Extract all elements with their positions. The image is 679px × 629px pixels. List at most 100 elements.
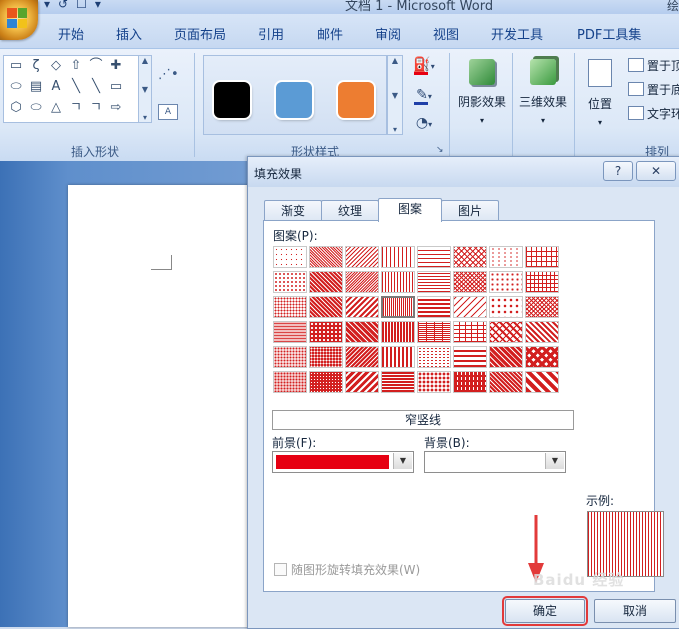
pattern-swatch[interactable] xyxy=(381,296,415,318)
pattern-swatch[interactable] xyxy=(309,246,343,268)
send-to-back-button[interactable]: 置于底 xyxy=(628,81,679,98)
pattern-swatch[interactable] xyxy=(525,321,559,343)
pattern-swatch[interactable] xyxy=(345,246,379,268)
scroll-up-icon[interactable]: ▲ xyxy=(392,56,398,65)
up-arrow-shape-icon[interactable]: ⇧ xyxy=(68,59,84,73)
pattern-swatch[interactable] xyxy=(525,246,559,268)
pattern-swatch[interactable] xyxy=(525,296,559,318)
pattern-swatch[interactable] xyxy=(489,246,523,268)
background-color-select[interactable]: ▼ xyxy=(424,451,566,473)
pattern-swatch[interactable] xyxy=(489,296,523,318)
pattern-swatch[interactable] xyxy=(525,346,559,368)
cancel-button[interactable]: 取消 xyxy=(594,599,676,623)
draw-textbox-icon[interactable]: A xyxy=(158,104,178,120)
shape-gallery[interactable]: ▭ ζ ◇ ⇧ ⌒ ✚ ⬭ ▤ A ╲ ╲ ▭ ⬡ ⬭ △ ㄱ ㄱ ⇨ xyxy=(3,55,140,123)
style-swatch-orange[interactable] xyxy=(338,82,374,118)
qat-dropdown-icon[interactable]: ▾ xyxy=(44,0,50,11)
pattern-swatch[interactable] xyxy=(381,346,415,368)
pattern-swatch[interactable] xyxy=(453,321,487,343)
tab-review[interactable]: 审阅 xyxy=(375,24,401,43)
change-shape-button[interactable]: ◔▾ xyxy=(410,115,438,133)
close-button[interactable]: ✕ xyxy=(636,161,676,181)
pattern-swatch[interactable] xyxy=(309,271,343,293)
pattern-swatch[interactable] xyxy=(417,246,451,268)
pattern-swatch[interactable] xyxy=(273,321,307,343)
scroll-down-icon[interactable]: ▼ xyxy=(392,91,398,100)
cross-shape-icon[interactable]: ✚ xyxy=(108,59,124,73)
pattern-swatch[interactable] xyxy=(345,296,379,318)
help-button[interactable]: ? xyxy=(603,161,633,181)
diamond-shape-icon[interactable]: ◇ xyxy=(48,59,64,73)
tab-insert[interactable]: 插入 xyxy=(116,24,142,43)
pattern-swatch[interactable] xyxy=(309,296,343,318)
rotate-fill-checkbox[interactable] xyxy=(274,563,287,576)
tab-picture[interactable]: 图片 xyxy=(441,200,499,221)
gallery-more-icon[interactable]: ▾ xyxy=(393,125,397,134)
scroll-up-icon[interactable]: ▲ xyxy=(142,56,148,65)
arc-shape-icon[interactable]: ⌒ xyxy=(88,59,104,73)
pattern-swatch[interactable] xyxy=(417,346,451,368)
tab-home[interactable]: 开始 xyxy=(58,24,84,43)
rect-outline-shape-icon[interactable]: ▭ xyxy=(108,80,124,94)
pattern-swatch[interactable] xyxy=(453,296,487,318)
threed-effects-button[interactable]: 三维效果 ▾ xyxy=(515,53,571,141)
text-box-shape-icon[interactable]: ▤ xyxy=(28,80,44,94)
foreground-color-select[interactable]: ▼ xyxy=(272,451,414,473)
shape-outline-button[interactable]: ✎▾ xyxy=(410,87,438,105)
hexagon-shape-icon[interactable]: ⬡ xyxy=(8,101,24,115)
flowchart-shape-icon[interactable]: ⬭ xyxy=(8,80,24,94)
text-wrapping-button[interactable]: 文字环 xyxy=(628,105,679,122)
freeform-shape-icon[interactable]: ζ xyxy=(28,59,44,73)
pattern-swatch[interactable] xyxy=(453,346,487,368)
styles-gallery-scroll[interactable]: ▲ ▼ ▾ xyxy=(387,55,403,135)
gallery-more-icon[interactable]: ▾ xyxy=(143,113,147,122)
pattern-swatch[interactable] xyxy=(273,371,307,393)
wordart-shape-icon[interactable]: A xyxy=(48,80,64,94)
undo-icon[interactable]: ↺ xyxy=(58,0,68,11)
pattern-swatch[interactable] xyxy=(489,271,523,293)
shadow-effects-button[interactable]: 阴影效果 ▾ xyxy=(454,53,510,141)
tab-page-layout[interactable]: 页面布局 xyxy=(174,24,226,43)
pattern-swatch[interactable] xyxy=(489,346,523,368)
shape-fill-button[interactable]: ⛽▾ xyxy=(410,57,438,75)
pattern-swatch[interactable] xyxy=(273,246,307,268)
elbow-arrow-shape-icon[interactable]: ㄱ xyxy=(88,101,104,115)
pattern-swatch[interactable] xyxy=(273,271,307,293)
pattern-swatch[interactable] xyxy=(489,321,523,343)
tab-references[interactable]: 引用 xyxy=(258,24,284,43)
pattern-swatch[interactable] xyxy=(453,371,487,393)
print-preview-icon[interactable]: ☐ xyxy=(76,0,87,11)
shape-gallery-scroll[interactable]: ▲ ▼ ▾ xyxy=(138,55,152,123)
pattern-swatch[interactable] xyxy=(417,271,451,293)
dialog-launcher-icon[interactable]: ↘ xyxy=(436,145,444,155)
pattern-swatch[interactable] xyxy=(309,346,343,368)
dropdown-arrow-icon[interactable]: ▼ xyxy=(545,453,564,469)
pattern-swatch[interactable] xyxy=(453,271,487,293)
pattern-swatch[interactable] xyxy=(525,271,559,293)
tab-mailings[interactable]: 邮件 xyxy=(317,24,343,43)
pattern-swatch[interactable] xyxy=(417,321,451,343)
pattern-swatch[interactable] xyxy=(453,246,487,268)
pattern-swatch[interactable] xyxy=(273,296,307,318)
tab-pattern[interactable]: 图案 xyxy=(378,198,442,222)
right-arrow-shape-icon[interactable]: ⇨ xyxy=(108,101,124,115)
pattern-swatch[interactable] xyxy=(381,271,415,293)
pattern-swatch[interactable] xyxy=(525,371,559,393)
position-button[interactable]: 位置 ▾ xyxy=(580,53,620,141)
tab-texture[interactable]: 纹理 xyxy=(321,200,379,221)
style-swatch-black[interactable] xyxy=(214,82,250,118)
dropdown-arrow-icon[interactable]: ▼ xyxy=(393,453,412,469)
pattern-swatch[interactable] xyxy=(381,371,415,393)
pattern-swatch[interactable] xyxy=(309,321,343,343)
rectangle-shape-icon[interactable]: ▭ xyxy=(8,59,24,73)
pattern-swatch[interactable] xyxy=(381,246,415,268)
pattern-swatch[interactable] xyxy=(489,371,523,393)
pattern-swatch[interactable] xyxy=(345,321,379,343)
elbow-connector-shape-icon[interactable]: ㄱ xyxy=(68,101,84,115)
edit-points-icon[interactable]: ⋰• xyxy=(158,67,180,83)
pattern-swatch[interactable] xyxy=(273,346,307,368)
shape-styles-gallery[interactable] xyxy=(203,55,387,135)
tab-developer[interactable]: 开发工具 xyxy=(491,24,543,43)
pattern-swatch[interactable] xyxy=(345,346,379,368)
ok-button[interactable]: 确定 xyxy=(502,596,588,626)
